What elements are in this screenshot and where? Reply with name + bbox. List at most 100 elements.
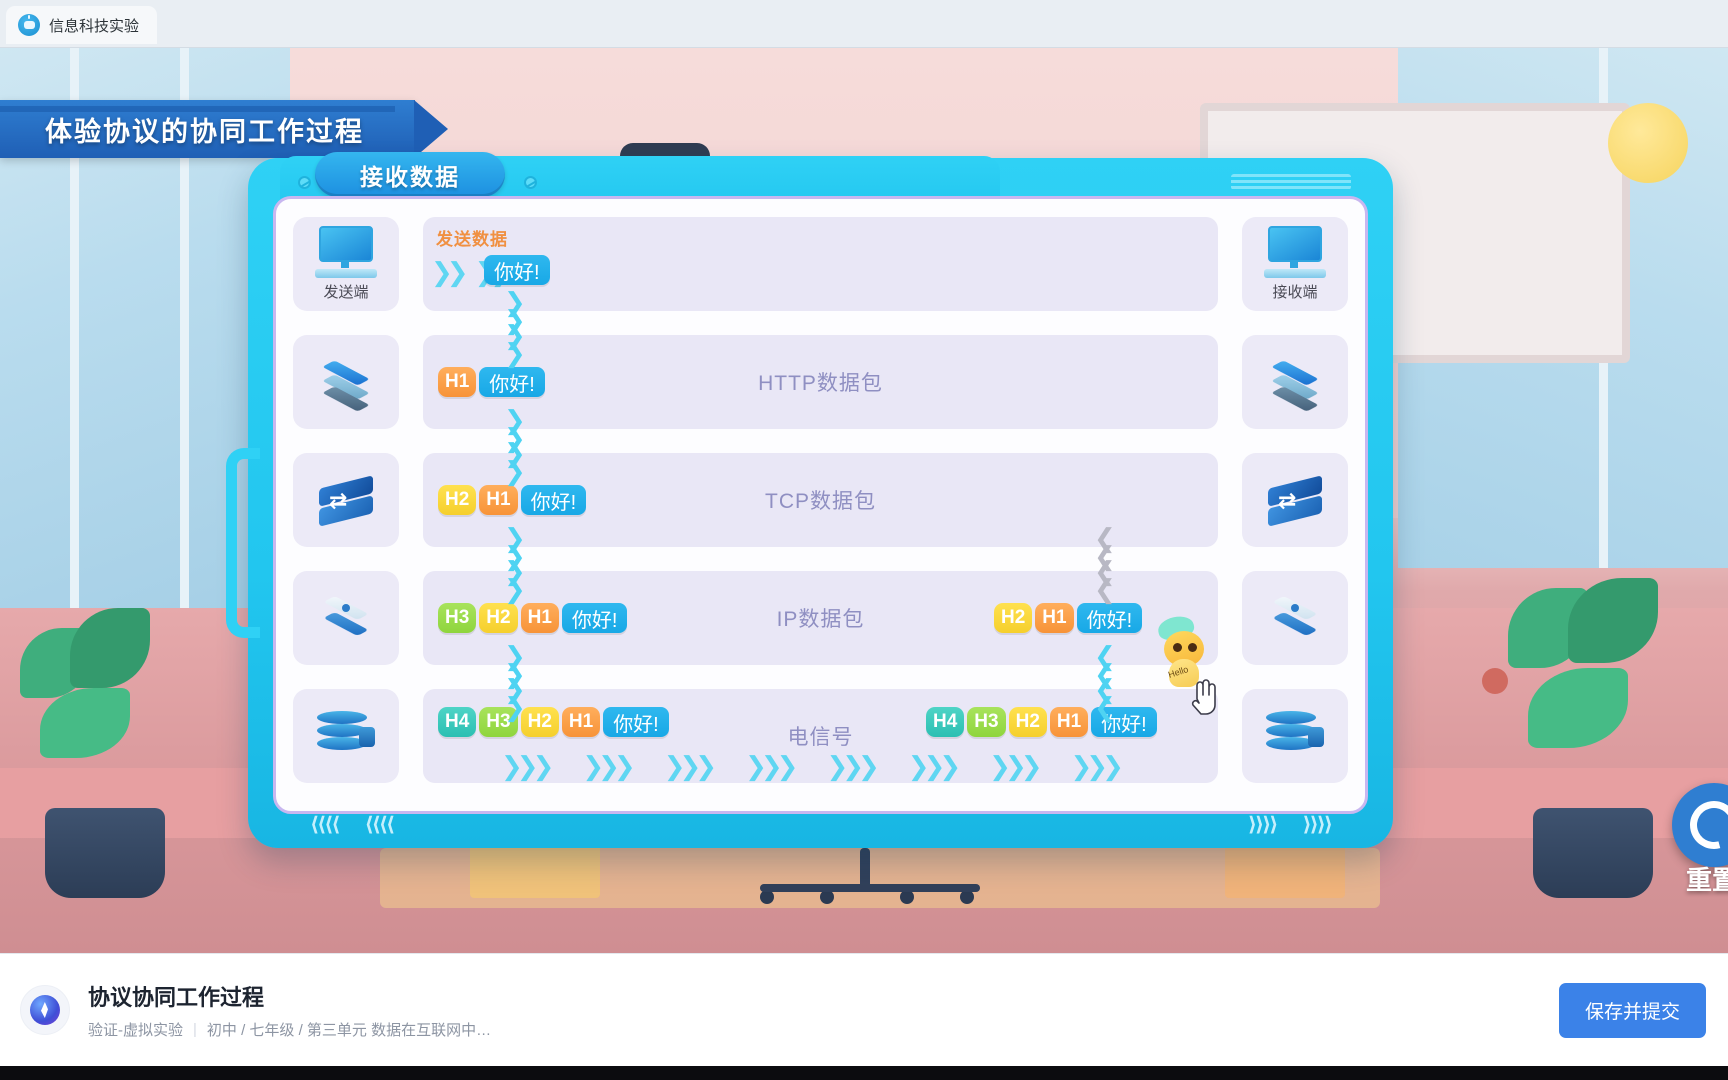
screw-icon-right: [524, 176, 537, 189]
simulation-device-frame: 接收数据 发送端 接收端 发送数据 ❯❯ 你好! HTTP数据包 H1 你好! …: [226, 152, 1393, 848]
track-physical-label: 电信号: [787, 726, 854, 749]
packet-physical-right[interactable]: H4 H3 H2 H1 你好!: [926, 707, 1157, 737]
ai-robot-icon: [18, 14, 40, 36]
protocol-layer-rows: 发送端 接收端 发送数据 ❯❯ ❯❯ 你好!: [276, 199, 1365, 811]
node-receiver[interactable]: 接收端: [1242, 217, 1348, 311]
node-sender[interactable]: 发送端: [293, 217, 399, 311]
chip-message: 你好!: [1076, 603, 1143, 633]
bottom-info-bar: 协议协同工作过程 验证-虚拟实验 | 初中 / 七年级 / 第三单元 数据在互联…: [0, 953, 1728, 1066]
background-plant-left: [10, 608, 200, 898]
background-chair: [760, 848, 980, 908]
chip-h3: H3: [967, 707, 1006, 737]
packet-sent-message[interactable]: 你好!: [484, 255, 550, 285]
bottom-text-group: 协议协同工作过程 验证-虚拟实验 | 初中 / 七年级 / 第三单元 数据在互联…: [88, 980, 491, 1040]
send-data-label: 发送数据: [436, 230, 508, 249]
background-box-left: [470, 843, 600, 898]
mascot-eye-left: [1173, 643, 1182, 652]
reset-circle-icon: [1681, 792, 1728, 858]
track-http-label: HTTP数据包: [758, 372, 883, 395]
packet-physical-left[interactable]: H4 H3 H2 H1 你好!: [438, 707, 669, 737]
node-tcp-left[interactable]: ⇄: [293, 453, 399, 547]
node-ip-right[interactable]: [1242, 571, 1348, 665]
packet-tcp-left[interactable]: H2 H1 你好!: [438, 485, 587, 515]
chip-h1: H1: [561, 707, 601, 737]
browser-tab[interactable]: 信息科技实验: [6, 6, 158, 44]
layer-stack-icon: [314, 356, 378, 412]
page-title: 体验协议的协同工作过程: [45, 116, 364, 147]
chip-h2: H2: [438, 485, 477, 515]
chip-h1: H1: [479, 485, 518, 515]
database-icon: [317, 709, 375, 763]
meta-divider: |: [193, 1021, 197, 1038]
chip-message: 你好!: [603, 707, 669, 737]
chip-message: 你好!: [484, 255, 550, 285]
app-logo: [20, 985, 70, 1035]
computer-icon: [315, 226, 377, 278]
experiment-path: 初中 / 七年级 / 第三单元 数据在互联网中…: [206, 1022, 492, 1039]
chip-h2: H2: [1008, 707, 1047, 737]
mascot-eye-right: [1188, 643, 1197, 652]
device-foot-right-decor: ⟩⟩⟩⟩ ⟩⟩⟩⟩: [1247, 814, 1333, 836]
router-icon: [1263, 592, 1327, 644]
arrow-down-6: ❯ ❯: [504, 556, 526, 604]
row-http-layer: HTTP数据包 H1 你好!: [276, 335, 1365, 429]
bottom-actions: 保存并提交: [1558, 982, 1706, 1038]
chip-h2: H2: [520, 707, 559, 737]
device-handle: [226, 448, 260, 638]
device-vent: [1231, 174, 1351, 190]
browser-tab-title: 信息科技实验: [49, 17, 140, 35]
experiment-meta: 验证-虚拟实验 | 初中 / 七年级 / 第三单元 数据在互联网中…: [88, 1019, 491, 1040]
router-icon: [314, 592, 378, 644]
chip-h1: H1: [520, 603, 559, 633]
save-and-submit-button[interactable]: 保存并提交: [1558, 982, 1706, 1038]
node-sender-label: 发送端: [323, 284, 369, 301]
device-foot-left-decor: ⟨⟨⟨⟨ ⟨⟨⟨⟨: [310, 814, 395, 836]
chip-h3: H3: [438, 603, 477, 633]
tab-receive-data[interactable]: 接收数据: [315, 152, 505, 197]
track-ip-label: IP数据包: [776, 608, 865, 631]
row-tcp-layer: ⇄ TCP数据包 ⇄ H2 H1 你好!: [276, 453, 1365, 547]
banner-shadow-stripe: [0, 106, 395, 112]
node-tcp-right[interactable]: ⇄: [1242, 453, 1348, 547]
browser-tab-strip: 信息科技实验: [0, 0, 1728, 48]
track-tcp-label: TCP数据包: [765, 490, 876, 513]
packet-ip-left[interactable]: H3 H2 H1 你好!: [438, 603, 628, 633]
arrow-down-8: ❯ ❯: [504, 674, 526, 722]
packet-http-left[interactable]: H1 你好!: [438, 367, 545, 397]
node-ip-left[interactable]: [293, 571, 399, 665]
packet-ip-right[interactable]: H2 H1 你好!: [994, 603, 1143, 633]
row-application-endpoint: 发送端 接收端 发送数据 ❯❯❯❯ 你好!: [276, 217, 1365, 311]
chip-message: 你好!: [520, 485, 587, 515]
tab-receive-data-label: 接收数据: [360, 163, 460, 190]
screw-icon-left: [298, 176, 311, 189]
chip-h1: H1: [1035, 603, 1074, 633]
reset-button-label: 重置: [1685, 865, 1728, 895]
arrow-down-2: ❯ ❯: [504, 320, 526, 368]
chip-message: 你好!: [561, 603, 628, 633]
experiment-title: 协议协同工作过程: [88, 985, 265, 1010]
computer-icon: [1264, 226, 1326, 278]
planet-spark-icon: [30, 995, 60, 1025]
simulation-screen: 发送端 接收端 发送数据 ❯❯ ❯❯ 你好!: [273, 196, 1368, 814]
screen-bottom-strip: [0, 1066, 1728, 1080]
background-box-right: [1225, 843, 1345, 898]
switch-icon: ⇄: [315, 474, 377, 527]
signal-wave-arrows: ❯❯❯ ❯❯❯ ❯❯❯ ❯❯❯ ❯❯❯ ❯❯❯ ❯❯❯ ❯❯❯: [501, 751, 1124, 781]
arrow-up-gray-2: ❮ ❮: [1094, 556, 1116, 604]
arrow-down-4: ❯ ❯: [504, 438, 526, 486]
node-physical-right[interactable]: [1242, 689, 1348, 783]
chip-h4: H4: [438, 707, 477, 737]
node-receiver-label: 接收端: [1272, 284, 1318, 301]
chip-h2: H2: [994, 603, 1033, 633]
chip-h2: H2: [479, 603, 518, 633]
layer-stack-icon: [1263, 356, 1327, 412]
background-lamp-icon: [1608, 103, 1688, 183]
node-http-right[interactable]: [1242, 335, 1348, 429]
node-physical-left[interactable]: [293, 689, 399, 783]
chip-h1: H1: [1049, 707, 1089, 737]
switch-icon: ⇄: [1264, 474, 1326, 527]
node-http-left[interactable]: [293, 335, 399, 429]
chip-message: 你好!: [479, 367, 545, 397]
chip-h4: H4: [926, 707, 965, 737]
arrow-up-2: ❮ ❮: [1094, 674, 1116, 722]
